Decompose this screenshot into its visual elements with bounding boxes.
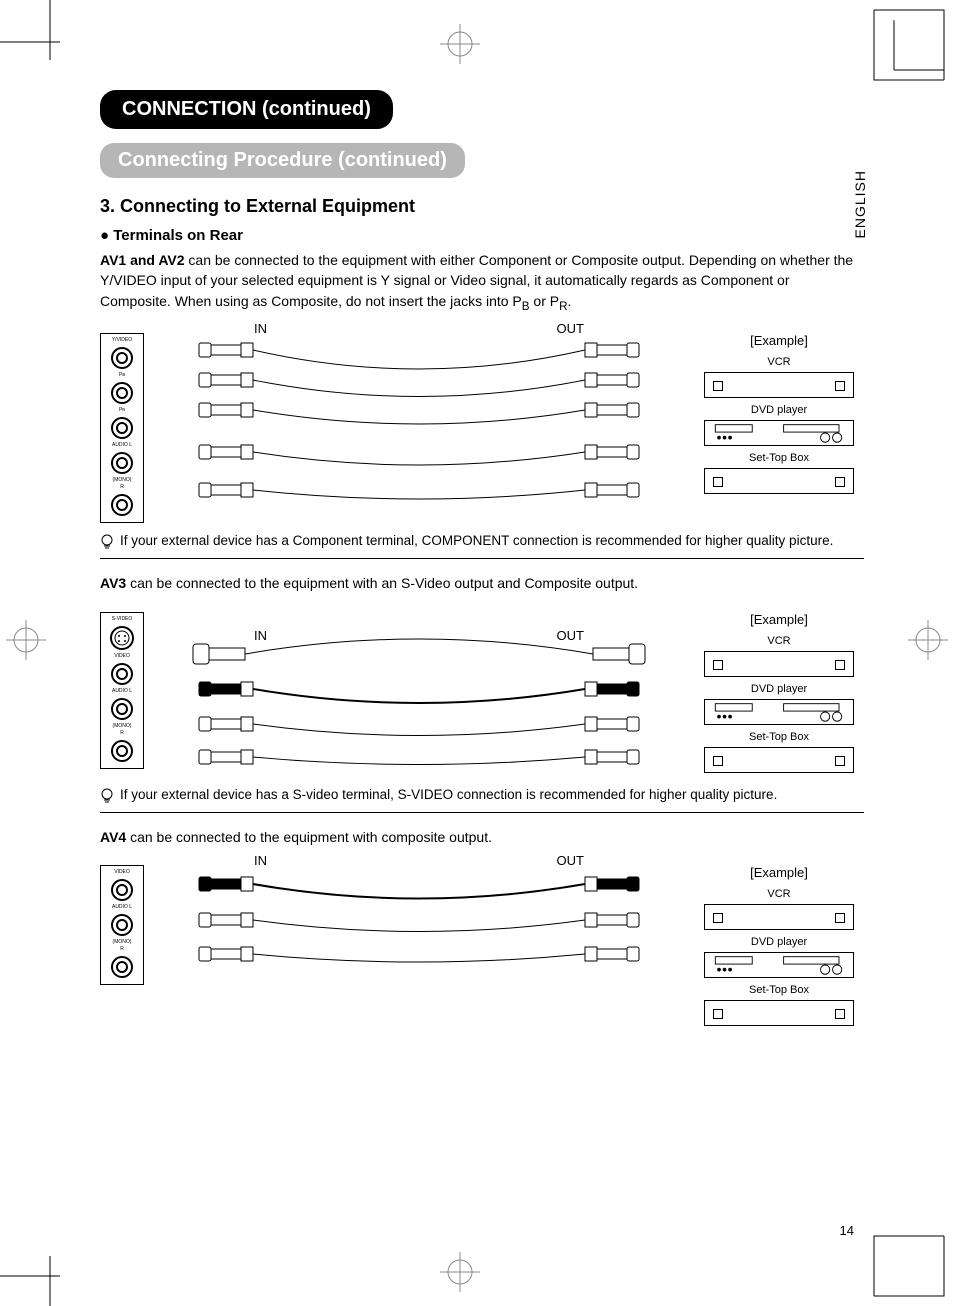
device-label-vcr: VCR (767, 888, 790, 900)
jack-label: R (120, 947, 124, 952)
stb-icon (704, 1000, 854, 1026)
in-label: IN (254, 321, 267, 336)
diagram-av12: Y/VIDEO Pʙ Pʀ AUDIO L (MONO) R IN OUT (100, 333, 864, 523)
cable-svg (154, 612, 684, 772)
diagram-av4: VIDEO AUDIO L (MONO) R IN OUT (100, 865, 864, 1026)
example-devices: [Example] VCR DVD player Set-Top Box (694, 612, 864, 773)
jack-label: (MONO) (113, 724, 132, 729)
dvd-icon (704, 699, 854, 725)
cable-svg (154, 865, 684, 975)
dvd-icon (704, 952, 854, 978)
device-label-dvd: DVD player (751, 683, 807, 695)
diagram-av3: S-VIDEO VIDEO AUDIO L (MONO) R IN OUT (100, 612, 864, 777)
terminal-strip-av4: VIDEO AUDIO L (MONO) R (100, 865, 144, 985)
lightbulb-icon (100, 788, 114, 804)
subsection-heading: Connecting Procedure (continued) (100, 143, 465, 178)
example-label: [Example] (750, 865, 808, 880)
device-label-dvd: DVD player (751, 936, 807, 948)
svideo-jack-icon (110, 626, 134, 650)
jack-icon (111, 879, 133, 901)
av12-tail: . (568, 293, 572, 309)
jack-icon (111, 956, 133, 978)
tip-text: If your external device has a Component … (120, 533, 833, 548)
jack-icon (111, 452, 133, 474)
jack-icon (111, 914, 133, 936)
jack-label: VIDEO (114, 654, 130, 659)
out-label: OUT (557, 321, 584, 336)
jack-label: Pʙ (119, 373, 125, 378)
divider (100, 558, 864, 559)
jack-icon (111, 494, 133, 516)
cable-svg (154, 333, 684, 503)
device-label-dvd: DVD player (751, 404, 807, 416)
jack-label: (MONO) (113, 940, 132, 945)
device-label-vcr: VCR (767, 635, 790, 647)
jack-label: (MONO) (113, 478, 132, 483)
section-heading: CONNECTION (continued) (100, 90, 393, 129)
out-label: OUT (557, 628, 584, 643)
terminals-heading: ● Terminals on Rear (100, 227, 864, 244)
language-tab: ENGLISH (852, 170, 868, 238)
example-devices: [Example] VCR DVD player Set-Top Box (694, 865, 864, 1026)
cable-diagram: IN OUT (154, 333, 684, 508)
jack-label: Y/VIDEO (112, 338, 132, 343)
jack-icon (111, 740, 133, 762)
lightbulb-icon (100, 534, 114, 550)
av3-body: can be connected to the equipment with a… (126, 575, 638, 591)
tip-text: If your external device has a S-video te… (120, 787, 777, 802)
jack-label: AUDIO L (112, 905, 132, 910)
sub-pb: B (522, 299, 530, 312)
tip-svideo: If your external device has a S-video te… (100, 787, 864, 804)
jack-label: VIDEO (114, 870, 130, 875)
in-label: IN (254, 853, 267, 868)
page-number: 14 (840, 1223, 854, 1238)
vcr-icon (704, 904, 854, 930)
jack-icon (111, 417, 133, 439)
av4-body: can be connected to the equipment with c… (126, 829, 492, 845)
jack-label: R (120, 731, 124, 736)
jack-label: AUDIO L (112, 443, 132, 448)
av12-description: AV1 and AV2 can be connected to the equi… (100, 250, 864, 315)
example-devices: [Example] VCR DVD player Set-Top Box (694, 333, 864, 494)
device-label-stb: Set-Top Box (749, 731, 809, 743)
out-label: OUT (557, 853, 584, 868)
device-label-vcr: VCR (767, 356, 790, 368)
example-label: [Example] (750, 612, 808, 627)
jack-label: Pʀ (119, 408, 125, 413)
terminal-strip-av3: S-VIDEO VIDEO AUDIO L (MONO) R (100, 612, 144, 769)
vcr-icon (704, 372, 854, 398)
step-heading: 3. Connecting to External Equipment (100, 196, 864, 217)
jack-icon (111, 663, 133, 685)
tip-component: If your external device has a Component … (100, 533, 864, 550)
jack-label: R (120, 485, 124, 490)
cable-diagram: IN OUT (154, 865, 684, 980)
dvd-icon (704, 420, 854, 446)
in-label: IN (254, 628, 267, 643)
terminal-strip-av12: Y/VIDEO Pʙ Pʀ AUDIO L (MONO) R (100, 333, 144, 523)
device-label-stb: Set-Top Box (749, 452, 809, 464)
cable-diagram: IN OUT (154, 612, 684, 777)
vcr-icon (704, 651, 854, 677)
av3-description: AV3 can be connected to the equipment wi… (100, 573, 864, 593)
device-label-stb: Set-Top Box (749, 984, 809, 996)
jack-icon (111, 698, 133, 720)
jack-label: S-VIDEO (112, 617, 133, 622)
divider (100, 812, 864, 813)
av3-lead: AV3 (100, 575, 126, 591)
example-label: [Example] (750, 333, 808, 348)
sub-pr: R (559, 299, 567, 312)
av12-lead: AV1 and AV2 (100, 252, 185, 268)
av4-lead: AV4 (100, 829, 126, 845)
jack-icon (111, 382, 133, 404)
av12-body: can be connected to the equipment with e… (100, 252, 853, 309)
stb-icon (704, 747, 854, 773)
av4-description: AV4 can be connected to the equipment wi… (100, 827, 864, 847)
jack-label: AUDIO L (112, 689, 132, 694)
jack-icon (111, 347, 133, 369)
stb-icon (704, 468, 854, 494)
av12-mid: or P (530, 293, 560, 309)
